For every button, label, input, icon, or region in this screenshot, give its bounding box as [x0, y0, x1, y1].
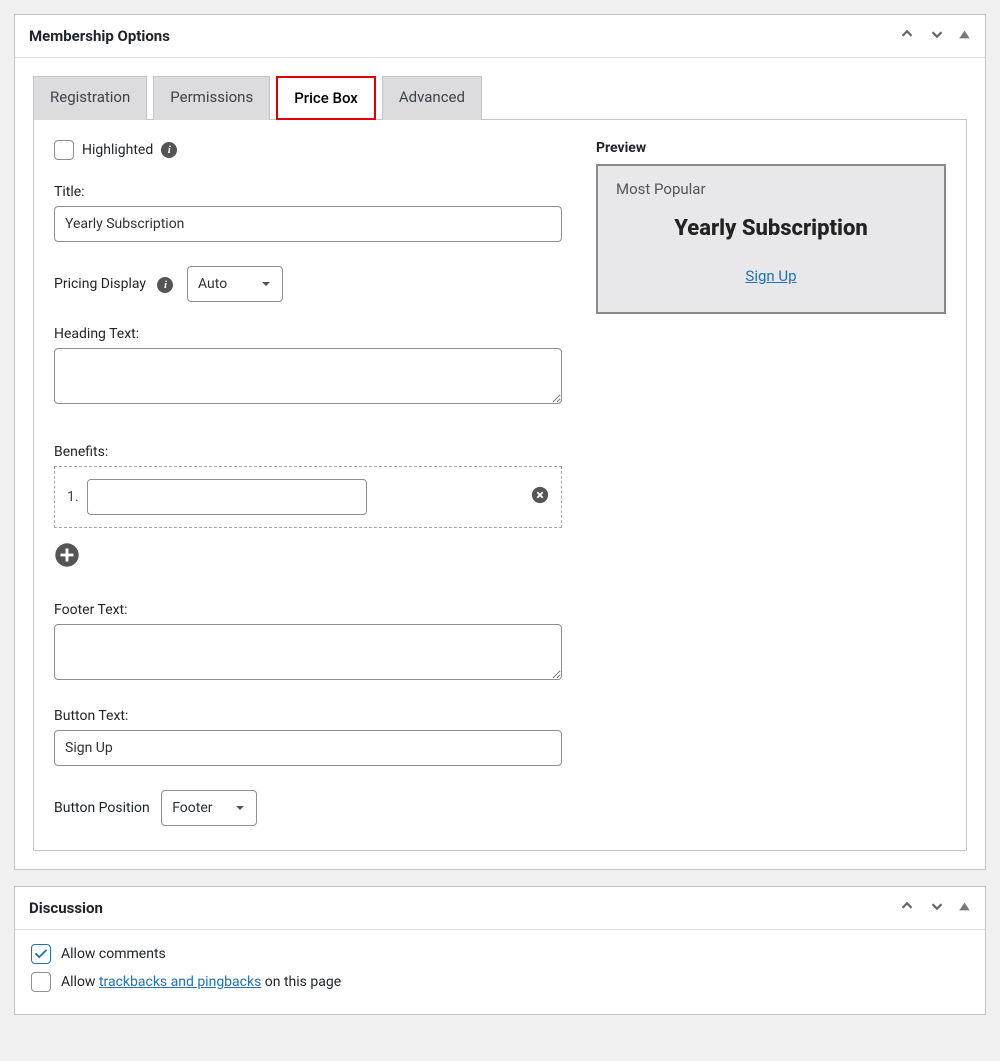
preview-column: Preview Most Popular Yearly Subscription… — [596, 140, 946, 830]
benefits-label: Benefits: — [54, 444, 576, 460]
triangle-up-icon — [958, 900, 971, 917]
triangle-up-icon — [958, 28, 971, 45]
preview-label: Preview — [596, 140, 946, 156]
discussion-header: Discussion — [15, 887, 985, 930]
membership-options-header: Membership Options — [15, 15, 985, 58]
highlighted-label: Highlighted — [82, 142, 153, 158]
tab-permissions[interactable]: Permissions — [153, 76, 270, 120]
trackback-suffix: on this page — [261, 974, 341, 990]
preview-tag: Most Popular — [616, 180, 926, 198]
info-icon[interactable]: i — [161, 142, 177, 158]
button-position-label: Button Position — [54, 800, 150, 816]
allow-trackbacks-label: Allow trackbacks and pingbacks on this p… — [61, 974, 341, 990]
chevron-up-icon — [898, 897, 916, 919]
trackback-prefix: Allow — [61, 974, 99, 990]
heading-text-label: Heading Text: — [54, 326, 576, 342]
heading-text-textarea[interactable] — [54, 348, 562, 404]
allow-comments-row: Allow comments — [31, 944, 969, 964]
heading-text-row: Heading Text: — [54, 326, 576, 408]
close-circle-icon — [531, 486, 549, 508]
move-up-button[interactable] — [898, 897, 916, 919]
allow-comments-label: Allow comments — [61, 946, 166, 962]
discussion-body: Allow comments Allow trackbacks and ping… — [15, 930, 985, 1014]
pricing-display-select[interactable]: Auto — [187, 266, 283, 302]
add-benefit-button[interactable] — [54, 542, 80, 572]
toggle-panel-button[interactable] — [958, 900, 971, 917]
panel-actions — [898, 897, 971, 919]
chevron-down-icon — [928, 25, 946, 47]
move-down-button[interactable] — [928, 897, 946, 919]
membership-options-title: Membership Options — [29, 27, 170, 45]
info-icon[interactable]: i — [157, 277, 173, 293]
tab-advanced[interactable]: Advanced — [382, 76, 482, 120]
allow-trackbacks-checkbox[interactable] — [31, 972, 51, 992]
footer-text-row: Footer Text: — [54, 602, 576, 684]
tab-price-box[interactable]: Price Box — [276, 76, 376, 120]
benefit-item[interactable]: 1. — [54, 466, 562, 528]
preview-box: Most Popular Yearly Subscription Sign Up — [596, 164, 946, 314]
trackbacks-link[interactable]: trackbacks and pingbacks — [99, 974, 261, 990]
price-box-panel: Highlighted i Title: Pricing Display i A… — [33, 119, 967, 851]
button-text-row: Button Text: — [54, 708, 576, 766]
button-position-row: Button Position Footer — [54, 790, 576, 826]
tab-registration[interactable]: Registration — [33, 76, 147, 120]
footer-text-textarea[interactable] — [54, 624, 562, 680]
chevron-up-icon — [898, 25, 916, 47]
membership-options-panel: Membership Options Registration Permis — [14, 14, 986, 870]
preview-signup-link[interactable]: Sign Up — [745, 267, 796, 285]
pricing-display-label: Pricing Display — [54, 276, 146, 292]
allow-comments-checkbox[interactable] — [31, 944, 51, 964]
chevron-down-icon — [928, 897, 946, 919]
move-up-button[interactable] — [898, 25, 916, 47]
highlighted-row: Highlighted i — [54, 140, 576, 160]
membership-options-body: Registration Permissions Price Box Advan… — [15, 58, 985, 869]
toggle-panel-button[interactable] — [958, 28, 971, 45]
discussion-title: Discussion — [29, 899, 103, 917]
tab-list: Registration Permissions Price Box Advan… — [33, 76, 967, 120]
remove-benefit-button[interactable] — [531, 486, 549, 508]
panel-actions — [898, 25, 971, 47]
pricing-display-row: Pricing Display i Auto — [54, 266, 576, 302]
title-input[interactable] — [54, 206, 562, 242]
form-column: Highlighted i Title: Pricing Display i A… — [54, 140, 576, 830]
benefits-row: Benefits: 1. — [54, 444, 576, 572]
button-text-label: Button Text: — [54, 708, 576, 724]
benefit-input[interactable] — [87, 479, 367, 515]
footer-text-label: Footer Text: — [54, 602, 576, 618]
benefit-number: 1. — [67, 489, 79, 505]
title-row: Title: — [54, 184, 576, 242]
preview-title: Yearly Subscription — [616, 216, 926, 241]
move-down-button[interactable] — [928, 25, 946, 47]
button-text-input[interactable] — [54, 730, 562, 766]
discussion-panel: Discussion Allow comm — [14, 886, 986, 1015]
title-label: Title: — [54, 184, 576, 200]
highlighted-checkbox[interactable] — [54, 140, 74, 160]
allow-trackbacks-row: Allow trackbacks and pingbacks on this p… — [31, 972, 969, 992]
button-position-select[interactable]: Footer — [161, 790, 257, 826]
plus-circle-icon — [54, 542, 80, 572]
